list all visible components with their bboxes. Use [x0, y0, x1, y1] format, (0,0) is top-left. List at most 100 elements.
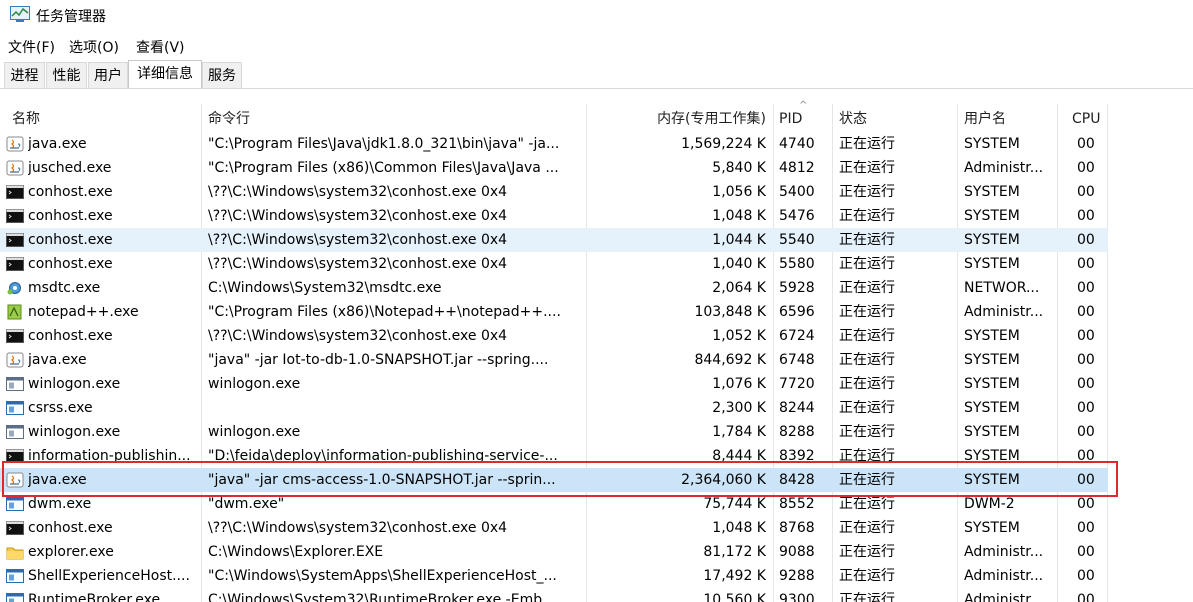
- cell-pid: 5476: [779, 208, 815, 224]
- table-row[interactable]: explorer.exe C:\Windows\Explorer.EXE 81,17…: [0, 540, 1108, 564]
- tab-performance[interactable]: 性能: [46, 62, 87, 89]
- folder-icon: [6, 547, 24, 560]
- cell-memory: 1,569,224 K: [681, 136, 766, 152]
- cell-memory: 1,784 K: [712, 424, 766, 440]
- cell-status: 正在运行: [839, 376, 895, 392]
- cell-pid: 5928: [779, 280, 815, 296]
- cell-pid: 4812: [779, 160, 815, 176]
- cell-memory: 1,044 K: [712, 232, 766, 248]
- cell-name: jusched.exe: [28, 160, 112, 176]
- cell-pid: 9288: [779, 568, 815, 584]
- cell-memory: 5,840 K: [712, 160, 766, 176]
- cell-cpu: 00: [1077, 208, 1095, 224]
- cell-memory: 1,052 K: [712, 328, 766, 344]
- table-row[interactable]: winlogon.exe winlogon.exe 1,784 K 8288 正在运行 S…: [0, 420, 1108, 444]
- cell-name: conhost.exe: [28, 208, 113, 224]
- column-header-name[interactable]: 名称: [12, 104, 40, 134]
- tab-services[interactable]: 服务: [202, 62, 242, 89]
- cell-pid: 4740: [779, 136, 815, 152]
- cell-name: explorer.exe: [28, 544, 114, 560]
- console-icon: [6, 257, 24, 271]
- cell-status: 正在运行: [839, 280, 895, 296]
- tab-details[interactable]: 详细信息: [128, 60, 202, 89]
- notepadpp-icon: [7, 304, 22, 320]
- table-row[interactable]: csrss.exe 2,300 K 8244 正在运行 SYSTEM 00: [0, 396, 1108, 420]
- cell-command-line: "java" -jar Iot-to-db-1.0-SNAPSHOT.jar -…: [208, 352, 549, 368]
- table-row[interactable]: RuntimeBroker.exe C:\Windows\System32\Run…: [0, 588, 1108, 602]
- cell-name: RuntimeBroker.exe: [28, 592, 161, 602]
- table-row[interactable]: conhost.exe \??\C:\Windows\system32\conho…: [0, 180, 1108, 204]
- table-row[interactable]: conhost.exe \??\C:\Windows\system32\conho…: [0, 324, 1108, 348]
- cell-name: csrss.exe: [28, 400, 93, 416]
- tab-users[interactable]: 用户: [88, 62, 128, 89]
- cell-cpu: 00: [1077, 592, 1095, 602]
- cell-pid: 6748: [779, 352, 815, 368]
- cell-cpu: 00: [1077, 376, 1095, 392]
- cell-status: 正在运行: [839, 400, 895, 416]
- cell-name: java.exe: [28, 352, 87, 368]
- table-row[interactable]: conhost.exe \??\C:\Windows\system32\conho…: [0, 252, 1108, 276]
- cell-memory: 2,300 K: [712, 400, 766, 416]
- cell-pid: 9088: [779, 544, 815, 560]
- cell-command-line: [208, 396, 580, 420]
- cell-status: 正在运行: [839, 184, 895, 200]
- cell-pid: 6724: [779, 328, 815, 344]
- cell-name: conhost.exe: [28, 184, 113, 200]
- menu-view[interactable]: 查看(V): [136, 37, 185, 57]
- cell-username: SYSTEM: [964, 328, 1020, 344]
- cell-username: SYSTEM: [964, 136, 1020, 152]
- cell-command-line: \??\C:\Windows\system32\conhost.exe 0x4: [208, 232, 508, 248]
- menu-options[interactable]: 选项(O): [69, 37, 119, 57]
- cell-username: SYSTEM: [964, 256, 1020, 272]
- cell-name: java.exe: [28, 136, 87, 152]
- column-header-memory[interactable]: 内存(专用工作集): [590, 104, 766, 134]
- cell-memory: 2,064 K: [712, 280, 766, 296]
- table-row[interactable]: jusched.exe "C:\Program Files (x86)\Commo…: [0, 156, 1108, 180]
- task-manager-icon: [10, 6, 30, 22]
- table-row[interactable]: conhost.exe \??\C:\Windows\system32\conho…: [0, 228, 1108, 252]
- cell-pid: 5540: [779, 232, 815, 248]
- menu-file[interactable]: 文件(F): [8, 37, 55, 57]
- cell-memory: 81,172 K: [703, 544, 766, 560]
- cell-status: 正在运行: [839, 592, 895, 602]
- table-row[interactable]: java.exe "java" -jar Iot-to-db-1.0-SNAPSH…: [0, 348, 1108, 372]
- table-row[interactable]: java.exe "C:\Program Files\Java\jdk1.8.0_…: [0, 132, 1108, 156]
- cell-status: 正在运行: [839, 256, 895, 272]
- cell-pid: 8244: [779, 400, 815, 416]
- cell-memory: 10,560 K: [703, 592, 766, 602]
- table-row[interactable]: notepad++.exe "C:\Program Files (x86)\Not…: [0, 300, 1108, 324]
- cell-username: SYSTEM: [964, 376, 1020, 392]
- cell-name: winlogon.exe: [28, 376, 121, 392]
- window-blue-icon: [6, 497, 24, 511]
- cell-command-line: "C:\Program Files (x86)\Common Files\Jav…: [208, 160, 559, 176]
- cell-status: 正在运行: [839, 352, 895, 368]
- cell-memory: 1,048 K: [712, 520, 766, 536]
- cell-name: conhost.exe: [28, 256, 113, 272]
- column-header-command-line[interactable]: 命令行: [208, 104, 250, 134]
- cell-cpu: 00: [1077, 256, 1095, 272]
- cell-pid: 8288: [779, 424, 815, 440]
- cell-username: SYSTEM: [964, 352, 1020, 368]
- console-icon: [6, 209, 24, 223]
- column-header-cpu[interactable]: CPU: [1072, 104, 1100, 134]
- table-row[interactable]: msdtc.exe C:\Windows\System32\msdtc.exe 2,…: [0, 276, 1108, 300]
- cell-name: notepad++.exe: [28, 304, 139, 320]
- cell-username: SYSTEM: [964, 400, 1020, 416]
- table-row[interactable]: winlogon.exe winlogon.exe 1,076 K 7720 正在运行 S…: [0, 372, 1108, 396]
- cell-cpu: 00: [1077, 424, 1095, 440]
- cell-status: 正在运行: [839, 304, 895, 320]
- column-header-status[interactable]: 状态: [839, 104, 867, 134]
- cell-cpu: 00: [1077, 304, 1095, 320]
- table-row[interactable]: conhost.exe \??\C:\Windows\system32\conho…: [0, 516, 1108, 540]
- cell-status: 正在运行: [839, 544, 895, 560]
- cell-command-line: "C:\Program Files (x86)\Notepad++\notepa…: [208, 304, 561, 320]
- cell-pid: 5580: [779, 256, 815, 272]
- tab-processes[interactable]: 进程: [4, 62, 45, 89]
- cell-status: 正在运行: [839, 232, 895, 248]
- column-header-username[interactable]: 用户名: [964, 104, 1006, 134]
- tab-divider: [0, 88, 1193, 89]
- table-row[interactable]: ShellExperienceHost.... "C:\Windows\Syste…: [0, 564, 1108, 588]
- cell-cpu: 00: [1077, 280, 1095, 296]
- highlight-annotation-box: [2, 461, 1118, 497]
- table-row[interactable]: conhost.exe \??\C:\Windows\system32\conho…: [0, 204, 1108, 228]
